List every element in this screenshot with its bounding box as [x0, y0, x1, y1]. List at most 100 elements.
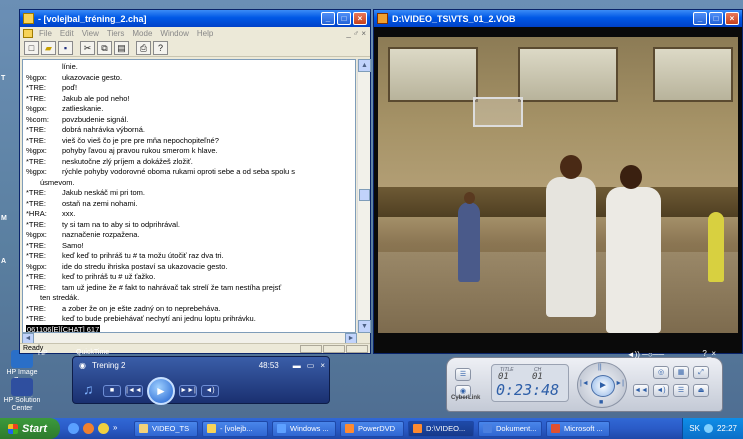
language-indicator[interactable]: SK [689, 424, 700, 433]
task-label: Dokument... [496, 424, 537, 433]
maximize-button[interactable]: □ [709, 12, 723, 25]
status-bar: Ready [20, 343, 370, 353]
menu-mode[interactable]: Mode [132, 29, 152, 38]
media-player-title-bar: ◉ Trening 2 48:53 ▬ ▭ × [79, 360, 325, 371]
taskbar-button[interactable]: Microsoft ... [546, 420, 610, 437]
media-player-mini[interactable]: ◉ Trening 2 48:53 ▬ ▭ × ♫ ■ |◄◄ ► ►►| ◄) [72, 356, 330, 405]
tray-icon[interactable] [703, 424, 713, 433]
previous-button[interactable]: |◄◄ [125, 385, 143, 397]
print-icon[interactable]: ⎙ [136, 41, 151, 55]
maximize-button[interactable]: □ [337, 12, 351, 25]
menu-view[interactable]: View [82, 29, 99, 38]
taskbar-button[interactable]: - [volejb... [202, 420, 268, 437]
zoom-button[interactable]: ⤢ [693, 366, 709, 379]
app-icon [23, 13, 34, 24]
scroll-thumb[interactable] [359, 189, 370, 201]
video-titlebar[interactable]: D:\VIDEO_TS\VTS_01_2.VOB _ □ × [374, 10, 742, 27]
restore-icon[interactable]: ▭ [307, 361, 315, 370]
task-icon [413, 424, 422, 433]
speaker-code: *TRE: [26, 93, 47, 103]
explorer-icon[interactable] [98, 423, 109, 434]
menu-file[interactable]: File [39, 29, 52, 38]
media-icon[interactable] [83, 423, 94, 434]
media-controls: ■ |◄◄ ► ►►| ◄) [103, 377, 223, 405]
transcript-line: *TRE: dobrá nahrávka výborná. [26, 125, 352, 136]
utterance-text: dobrá nahrávka výborná. [62, 125, 145, 134]
desktop-icon-hp-solution-center[interactable]: HP Solution Center [2, 378, 42, 413]
close-icon[interactable]: × [320, 361, 325, 370]
transcript-line: %com: povzbudenie signál. [26, 115, 352, 126]
taskbar-button[interactable]: PowerDVD [340, 420, 404, 437]
volume-button[interactable]: ◄) [653, 384, 669, 397]
chat-window[interactable]: - [volejbal_tréning_2.cha] _ □ × File Ed… [19, 9, 371, 354]
taskbar-button[interactable]: Windows ... [272, 420, 336, 437]
chevron-icon[interactable]: » [113, 423, 124, 434]
speaker-code: %gpx: [26, 230, 47, 239]
camera-button[interactable]: ◎ [653, 366, 669, 379]
play-button[interactable]: ► [591, 375, 615, 397]
taskbar-button[interactable]: VIDEO_TS [134, 420, 198, 437]
navigation-ring[interactable]: ► || |◄ ►| ■ [577, 362, 627, 408]
transcript-text-area[interactable]: línie. %gpx: ukazovacie gesto. *TRE: poď! *TR… [22, 59, 356, 333]
scroll-up-icon[interactable]: ▲ [358, 59, 371, 72]
task-icon [139, 424, 148, 433]
video-frame[interactable] [378, 37, 738, 333]
scroll-down-icon[interactable]: ▼ [358, 320, 371, 333]
utterance-text: a zober že on je ešte zadný on to nepreb… [62, 303, 221, 313]
browser-icon[interactable] [68, 423, 79, 434]
next-icon[interactable]: ►| [615, 380, 624, 387]
powerdvd-control-panel[interactable]: ◄)) ─○── ?_× ☰ ◉ TITLE CH 01 01 0:23:48 … [446, 349, 723, 412]
new-file-icon[interactable]: □ [24, 41, 39, 55]
utterance-text: ostaň na zemi nohami. [62, 198, 138, 208]
transcript-line: *TRE: a zober že on je ešte zadný on to n… [26, 304, 352, 315]
document-window-controls[interactable]: _ ♂ × [346, 29, 366, 38]
minimize-button[interactable]: _ [693, 12, 707, 25]
transcript-line: %gpx: zatlieskanie. [26, 104, 352, 115]
eject-button[interactable]: ⏏ [693, 384, 709, 397]
hp-solution-center-icon [11, 378, 33, 396]
chat-titlebar[interactable]: - [volejbal_tréning_2.cha] _ □ × [20, 10, 370, 27]
cut-icon[interactable]: ✂ [80, 41, 95, 55]
transcript-line: *TRE: neskutočne zlý príjem a dokážeš zlo… [26, 157, 352, 168]
media-player-logo-icon: ◉ [79, 361, 86, 370]
close-button[interactable]: × [353, 12, 367, 25]
volume-icon[interactable]: ◄) [201, 385, 219, 397]
volume-slider[interactable]: ◄)) ─○── [627, 350, 664, 359]
transcript-line: línie. [26, 62, 352, 73]
stop-icon[interactable]: ■ [599, 399, 603, 406]
play-button[interactable]: ► [147, 377, 175, 405]
taskbar-button[interactable]: Dokument... [478, 420, 542, 437]
taskbar-button[interactable]: D:\VIDEO... [408, 420, 474, 437]
vertical-scrollbar[interactable]: ▲ ▼ [357, 59, 371, 333]
menu-button[interactable]: ☰ [455, 368, 471, 381]
minimize-button[interactable]: _ [321, 12, 335, 25]
next-button[interactable]: ►►| [179, 385, 197, 397]
rewind-button[interactable]: ◄◄ [633, 384, 649, 397]
list-button[interactable]: ☰ [673, 384, 689, 397]
menu-help[interactable]: Help [197, 29, 213, 38]
subtitle-button[interactable]: ▦ [673, 366, 689, 379]
open-folder-icon[interactable]: ▰ [41, 41, 56, 55]
basketball-hoop [473, 97, 523, 127]
menu-edit[interactable]: Edit [60, 29, 74, 38]
pause-icon[interactable]: || [598, 364, 602, 371]
menu-window[interactable]: Window [160, 29, 188, 38]
clock: 22:27 [716, 424, 737, 433]
utterance-text: Samo! [62, 240, 84, 250]
copy-icon[interactable]: ⧉ [97, 41, 112, 55]
minimize-icon[interactable]: ▬ [293, 361, 301, 370]
menu-tiers[interactable]: Tiers [107, 29, 124, 38]
start-button[interactable]: Start [0, 418, 60, 439]
paste-icon[interactable]: ▤ [114, 41, 129, 55]
panel-window-buttons[interactable]: ?_× [702, 349, 716, 358]
speaker-code: *TRE: [26, 83, 47, 92]
close-button[interactable]: × [725, 12, 739, 25]
help-icon[interactable]: ? [153, 41, 168, 55]
player-white-left [546, 177, 596, 317]
taskbar: Start » VIDEO_TS - [volejb... Windows ... P… [0, 418, 743, 439]
save-icon[interactable]: ▪ [58, 41, 73, 55]
stop-button[interactable]: ■ [103, 385, 121, 397]
previous-icon[interactable]: |◄ [580, 380, 589, 387]
video-window[interactable]: D:\VIDEO_TS\VTS_01_2.VOB _ □ × [373, 9, 743, 354]
utterance-text: zatlieskanie. [62, 104, 104, 113]
